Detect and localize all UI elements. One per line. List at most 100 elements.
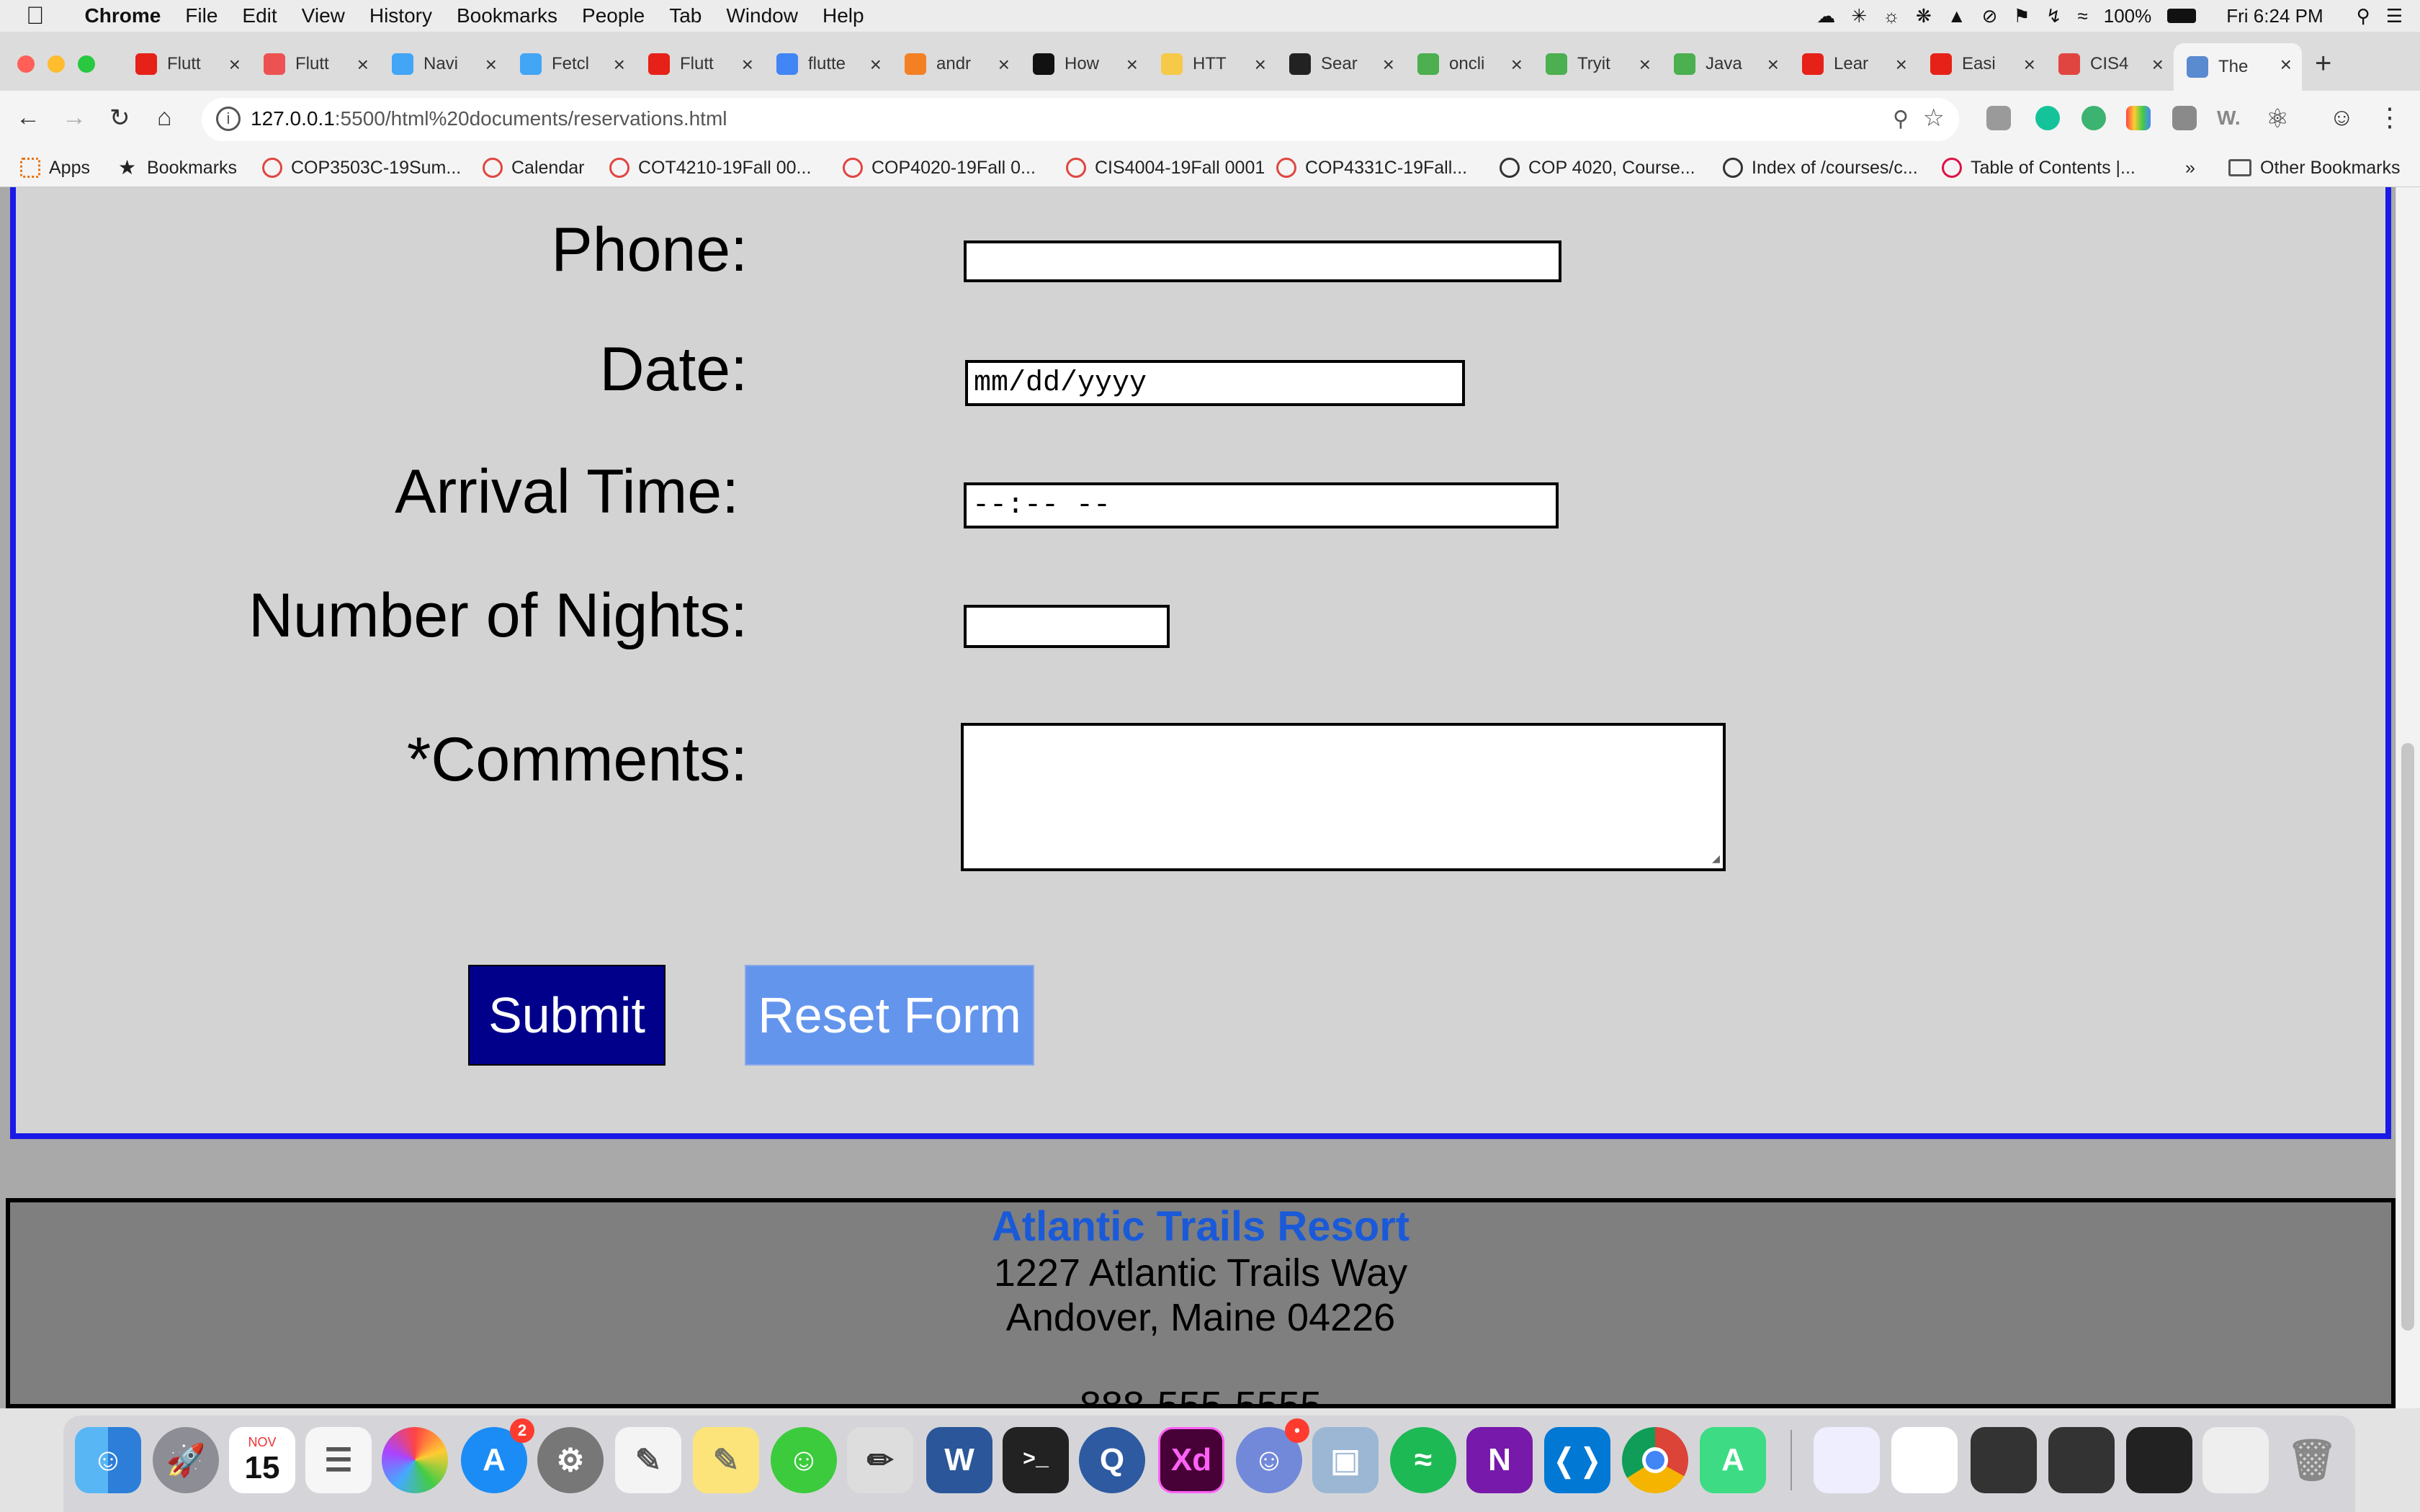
tab[interactable]: oncli ×: [1404, 43, 1533, 85]
close-tab-icon[interactable]: ×: [2152, 53, 2164, 76]
submit-button[interactable]: Submit: [468, 965, 666, 1066]
tab[interactable]: Lear ×: [1789, 43, 1917, 85]
resize-handle-icon[interactable]: ◢: [1712, 851, 1720, 867]
terminal-icon[interactable]: >_: [1003, 1427, 1069, 1493]
menu-app-name[interactable]: Chrome: [85, 4, 161, 27]
scrollbar-thumb[interactable]: [2401, 743, 2414, 1331]
other-bookmarks-folder[interactable]: Other Bookmarks: [2228, 148, 2401, 187]
nights-input[interactable]: [964, 605, 1170, 648]
close-tab-icon[interactable]: ×: [2280, 53, 2292, 76]
color-picker-icon[interactable]: [2126, 106, 2151, 130]
menu-help[interactable]: Help: [823, 4, 864, 27]
maximize-window-button[interactable]: [78, 55, 95, 73]
bookmark-item[interactable]: ★ Bookmarks: [118, 148, 237, 187]
android-studio-icon[interactable]: A: [1700, 1427, 1766, 1493]
bookmark-item[interactable]: COP3503C-19Sum...: [262, 148, 461, 187]
quicktime-icon[interactable]: Q: [1079, 1427, 1145, 1493]
menu-edit[interactable]: Edit: [242, 4, 277, 27]
close-tab-icon[interactable]: ×: [742, 53, 753, 76]
react-devtools-icon[interactable]: ⚛: [2266, 104, 2289, 134]
trash-icon[interactable]: 🗑: [2279, 1427, 2345, 1493]
cloud-sync-icon[interactable]: ☼: [1883, 5, 1900, 27]
grammarly-icon[interactable]: [2035, 106, 2060, 130]
close-tab-icon[interactable]: ×: [1255, 53, 1266, 76]
forward-arrow-icon[interactable]: →: [62, 104, 86, 132]
settings-icon[interactable]: ❋: [1916, 5, 1932, 27]
chrome-menu-icon[interactable]: ⋮: [2377, 102, 2403, 132]
spotlight-search-icon[interactable]: ⚲: [2357, 5, 2370, 27]
battery-percent[interactable]: 100%: [2104, 5, 2152, 27]
bookmarks-overflow-button[interactable]: »: [2185, 148, 2195, 187]
xd-window-thumbnail[interactable]: [1814, 1427, 1880, 1493]
sparkle-icon[interactable]: ✳: [1851, 5, 1867, 27]
photos-icon[interactable]: [382, 1427, 448, 1493]
tab[interactable]: Easi ×: [1917, 43, 2045, 85]
app-store-icon[interactable]: A2: [461, 1418, 534, 1493]
close-tab-icon[interactable]: ×: [485, 53, 497, 76]
wifi-icon[interactable]: ≈: [2077, 5, 2087, 27]
site-info-icon[interactable]: i: [216, 107, 241, 131]
chrome-window-thumbnail[interactable]: [2202, 1427, 2269, 1493]
tab[interactable]: CIS4 ×: [2045, 43, 2174, 85]
apple-menu-icon[interactable]: : [26, 2, 45, 30]
tab[interactable]: How ×: [1020, 43, 1148, 85]
launchpad-icon[interactable]: 🚀: [153, 1427, 219, 1493]
bookmark-item[interactable]: Calendar: [483, 148, 584, 187]
phone-input[interactable]: [964, 240, 1561, 282]
menu-people[interactable]: People: [582, 4, 645, 27]
tab[interactable]: Java ×: [1661, 43, 1789, 85]
do-not-disturb-icon[interactable]: ⊘: [1982, 5, 1998, 27]
close-window-button[interactable]: [17, 55, 35, 73]
close-tab-icon[interactable]: ×: [998, 53, 1010, 76]
zoom-icon[interactable]: ⚲: [1893, 107, 1909, 132]
close-tab-icon[interactable]: ×: [1639, 53, 1651, 76]
w-extension-icon[interactable]: W.: [2217, 107, 2241, 130]
extension-badge-icon[interactable]: [2081, 106, 2106, 130]
tab[interactable]: Flutt ×: [635, 43, 763, 85]
image-capture-icon[interactable]: ▣: [1312, 1427, 1379, 1493]
finder-icon[interactable]: ☺: [75, 1427, 141, 1493]
spotify-icon[interactable]: ≈: [1390, 1427, 1456, 1493]
menu-tab[interactable]: Tab: [669, 4, 702, 27]
menu-bookmarks[interactable]: Bookmarks: [457, 4, 557, 27]
tab[interactable]: Navi ×: [379, 43, 507, 85]
tab[interactable]: Sear ×: [1276, 43, 1404, 85]
close-tab-icon[interactable]: ×: [357, 53, 369, 76]
document-window-thumbnail[interactable]: [1891, 1427, 1958, 1493]
adobe-xd-icon[interactable]: Xd: [1158, 1427, 1224, 1493]
calendar-icon[interactable]: NOV 15: [229, 1427, 295, 1493]
bookmark-item[interactable]: COP 4020, Course...: [1500, 148, 1695, 187]
date-input[interactable]: mm/dd/yyyy: [965, 360, 1465, 406]
bookmark-item[interactable]: Index of /courses/c...: [1723, 148, 1918, 187]
close-tab-icon[interactable]: ×: [1511, 53, 1523, 76]
comments-textarea[interactable]: ◢: [961, 723, 1726, 871]
close-tab-icon[interactable]: ×: [229, 53, 241, 76]
microsoft-word-icon[interactable]: W: [926, 1427, 992, 1493]
textedit-icon[interactable]: ✎: [615, 1427, 681, 1493]
bookmark-star-icon[interactable]: ☆: [1923, 104, 1945, 132]
bookmark-item[interactable]: COP4020-19Fall 0...: [843, 148, 1036, 187]
vs-code-icon[interactable]: ❬❭: [1544, 1427, 1610, 1493]
close-tab-icon[interactable]: ×: [2024, 53, 2035, 76]
tab[interactable]: Flutt ×: [251, 43, 379, 85]
battery-icon[interactable]: [2167, 9, 2197, 23]
tab[interactable]: HTT ×: [1148, 43, 1276, 85]
tab[interactable]: The ×: [2174, 43, 2302, 91]
new-tab-button[interactable]: +: [2315, 48, 2331, 80]
url-text[interactable]: 127.0.0.1:5500/html%20documents/reservat…: [251, 107, 727, 130]
terminal-window-thumbnail[interactable]: [2126, 1427, 2192, 1493]
drive-icon[interactable]: ▲: [1948, 5, 1966, 27]
bluetooth-icon[interactable]: ↯: [2046, 5, 2062, 27]
close-tab-icon[interactable]: ×: [870, 53, 882, 76]
chrome-icon[interactable]: [1622, 1427, 1688, 1493]
minimize-window-button[interactable]: [48, 55, 65, 73]
home-icon[interactable]: ⌂: [157, 104, 172, 132]
notification-center-icon[interactable]: ☰: [2386, 5, 2403, 27]
close-tab-icon[interactable]: ×: [614, 53, 625, 76]
extension-icon[interactable]: [1986, 106, 2011, 130]
bookmark-item[interactable]: Table of Contents |...: [1942, 148, 2136, 187]
creative-cloud-icon[interactable]: ☁: [1816, 5, 1835, 27]
discord-icon[interactable]: ☺ •: [1236, 1418, 1309, 1493]
close-tab-icon[interactable]: ×: [1767, 53, 1779, 76]
wechat-icon[interactable]: ☺: [771, 1427, 837, 1493]
